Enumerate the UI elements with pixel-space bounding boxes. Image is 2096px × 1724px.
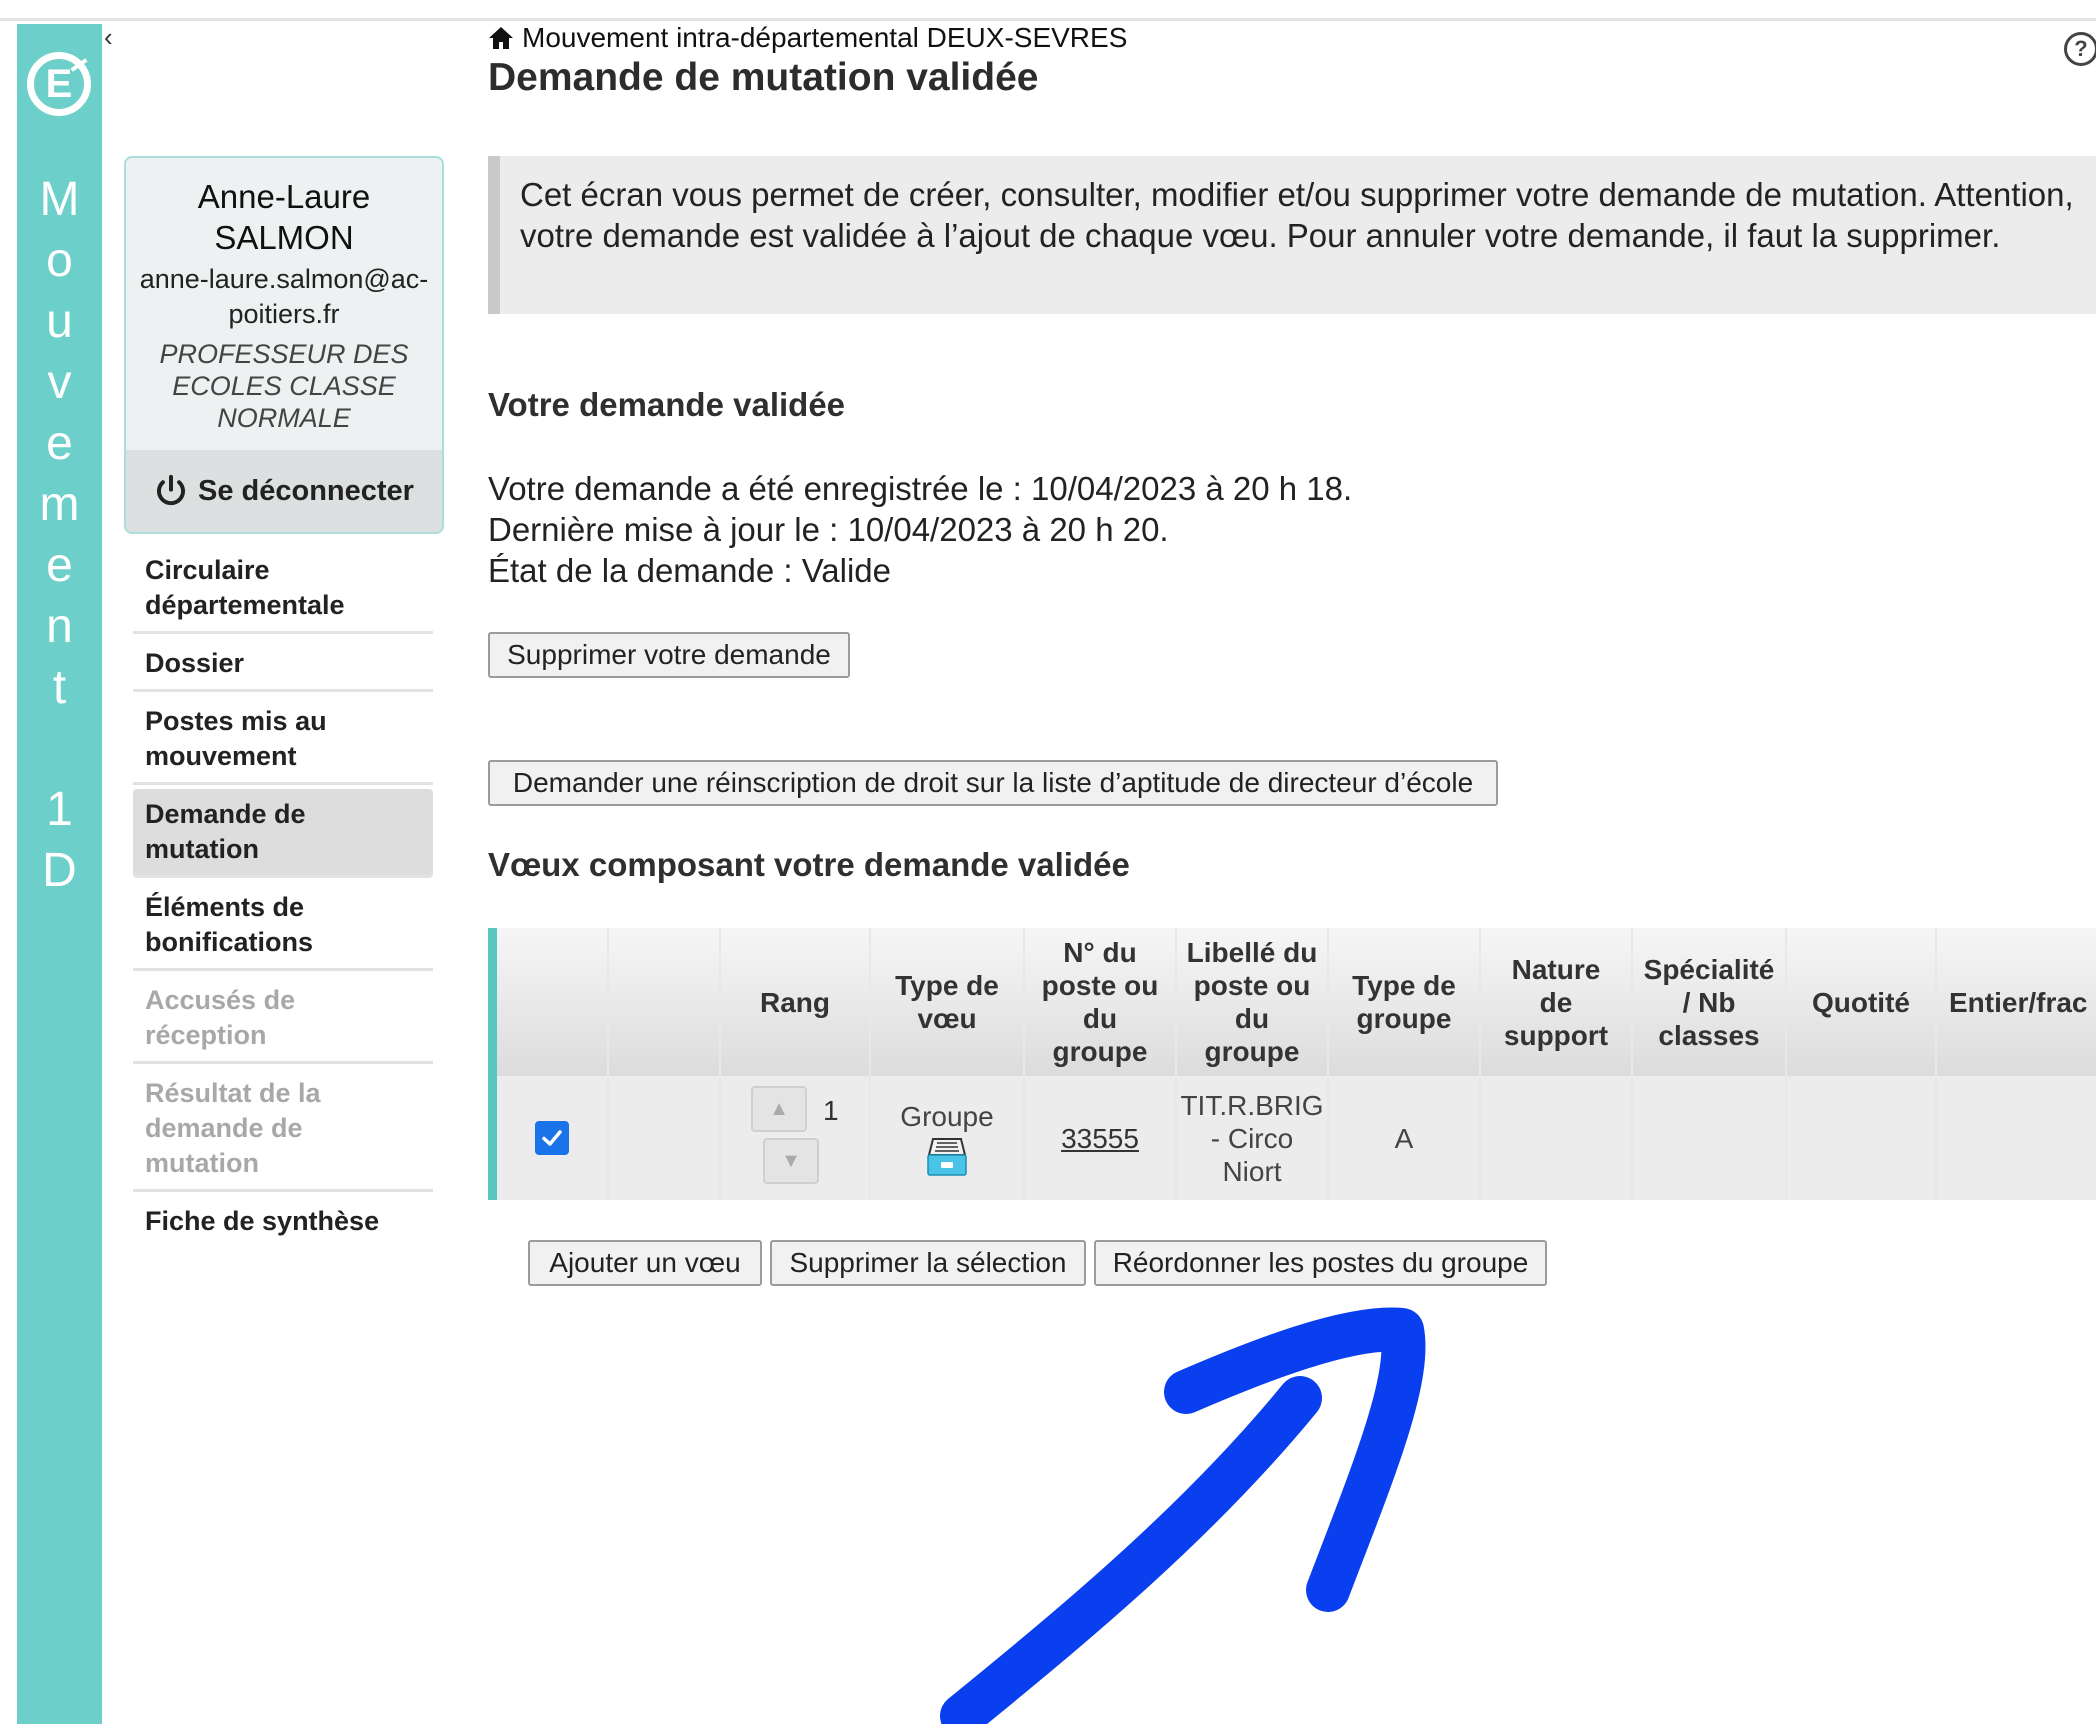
- annotation-arrow-icon: [940, 1307, 1426, 1724]
